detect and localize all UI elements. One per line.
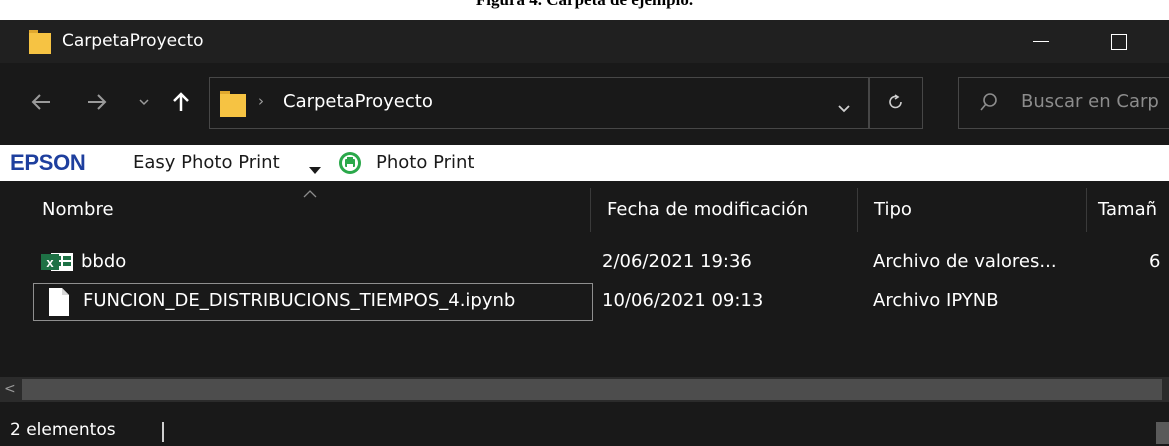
scrollbar-thumb[interactable]: [22, 379, 1162, 400]
arrow-right-icon: [88, 94, 107, 110]
file-date: 10/06/2021 09:13: [602, 290, 764, 311]
scroll-left-icon[interactable]: <: [4, 381, 16, 397]
navigation-bar: › CarpetaProyecto Buscar en Carp: [0, 63, 1169, 145]
back-button[interactable]: [26, 87, 56, 117]
excel-csv-icon: x: [41, 251, 75, 277]
folder-icon: [220, 91, 246, 121]
refresh-icon: [889, 94, 902, 109]
file-type: Archivo de valores...: [873, 251, 1057, 272]
status-bar: 2 elementos: [0, 402, 1169, 446]
easy-photo-print-button[interactable]: Easy Photo Print: [133, 152, 280, 173]
file-name[interactable]: bbdo: [81, 251, 126, 272]
folder-icon: [29, 30, 51, 58]
file-row-selected[interactable]: FUNCION_DE_DISTRIBUCIONS_TIEMPOS_4.ipynb: [33, 283, 593, 321]
breadcrumb-separator-icon: ›: [258, 92, 264, 110]
maximize-button[interactable]: [1090, 20, 1148, 63]
file-name[interactable]: FUNCION_DE_DISTRIBUCIONS_TIEMPOS_4.ipynb: [83, 290, 515, 311]
sort-ascending-icon: [303, 183, 317, 202]
address-dropdown-button[interactable]: [838, 98, 850, 117]
file-row[interactable]: x bbdo 2/06/2021 19:36 Archivo de valore…: [33, 244, 1169, 282]
file-date: 2/06/2021 19:36: [602, 251, 752, 272]
file-type: Archivo IPYNB: [873, 290, 999, 311]
file-size: 6: [1149, 251, 1161, 272]
chevron-down-icon: [838, 105, 850, 113]
column-header-type[interactable]: Tipo: [874, 188, 912, 232]
address-path[interactable]: CarpetaProyecto: [283, 91, 433, 112]
epson-toolbar: EPSON Easy Photo Print Photo Print: [0, 145, 1169, 181]
address-bar[interactable]: › CarpetaProyecto: [209, 77, 869, 129]
column-divider[interactable]: [590, 188, 591, 232]
minimize-icon: [1033, 41, 1049, 42]
file-icon: [49, 288, 69, 320]
maximize-icon: [1111, 33, 1127, 50]
title-bar[interactable]: CarpetaProyecto: [0, 20, 1169, 63]
view-toggle-button[interactable]: [1156, 422, 1169, 444]
svg-text:x: x: [46, 255, 54, 270]
caret-down-icon[interactable]: [309, 160, 321, 179]
epson-logo: EPSON: [10, 150, 86, 175]
column-header-size[interactable]: Tamañ: [1098, 188, 1157, 232]
column-header-date[interactable]: Fecha de modificación: [607, 188, 808, 232]
column-header-name[interactable]: Nombre: [42, 188, 114, 232]
photo-print-icon: [338, 151, 362, 179]
column-divider[interactable]: [857, 188, 858, 232]
item-count: 2 elementos: [10, 420, 116, 440]
up-button[interactable]: [166, 87, 196, 117]
minimize-button[interactable]: [1012, 20, 1070, 63]
forward-button[interactable]: [82, 87, 112, 117]
figure-caption: Figura 4. Carpeta de ejemplo.: [0, 0, 1169, 20]
column-divider[interactable]: [1086, 188, 1087, 232]
recent-locations-button[interactable]: [134, 87, 154, 117]
horizontal-scrollbar[interactable]: <: [0, 377, 1169, 402]
search-icon: [979, 92, 999, 116]
arrow-left-icon: [31, 94, 50, 110]
refresh-button[interactable]: [869, 77, 923, 129]
arrow-up-icon: [173, 92, 189, 111]
search-placeholder: Buscar en Carp: [1021, 91, 1159, 112]
search-input[interactable]: Buscar en Carp: [958, 77, 1169, 129]
window-title: CarpetaProyecto: [62, 31, 204, 51]
chevron-down-icon: [139, 98, 149, 105]
photo-print-button[interactable]: Photo Print: [376, 152, 474, 173]
status-divider: [162, 422, 164, 442]
